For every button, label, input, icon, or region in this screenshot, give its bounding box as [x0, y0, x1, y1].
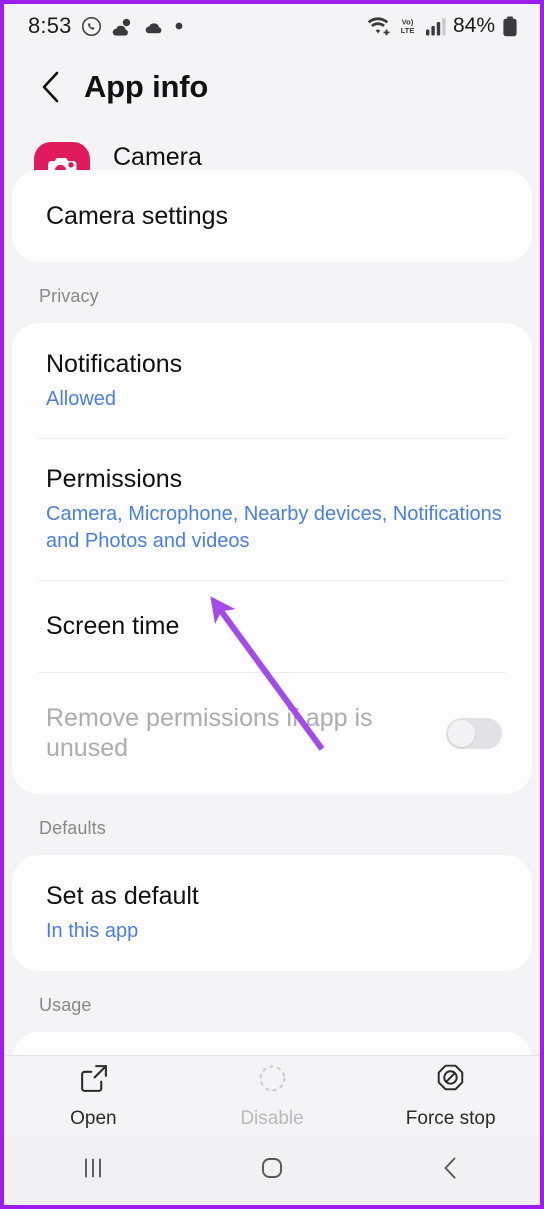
volte-icon: Vo) LTE	[397, 16, 418, 36]
section-label-privacy: Privacy	[4, 262, 540, 323]
row-notifications[interactable]: Notifications Allowed	[12, 323, 532, 438]
recents-icon	[80, 1155, 106, 1186]
row-title: Set as default	[46, 882, 199, 911]
row-body: Screen time	[46, 611, 502, 641]
action-label: Open	[70, 1107, 117, 1129]
row-title: Permissions	[46, 465, 183, 494]
row-set-as-default[interactable]: Set as default In this app	[12, 855, 532, 970]
row-title: Remove permissions if app is unused	[46, 704, 373, 763]
open-button[interactable]: Open	[4, 1063, 183, 1130]
wifi-icon	[366, 16, 390, 36]
phone-screen: 8:53 Vo) LTE 84% App info Camera Camera …	[0, 0, 544, 1209]
weather-partly-cloudy-icon	[111, 17, 134, 36]
force-stop-button[interactable]: Force stop	[361, 1063, 540, 1130]
section-label-usage: Usage	[4, 970, 540, 1032]
settings-card-defaults: Set as default In this app	[12, 855, 532, 971]
row-body: Permissions Camera, Microphone, Nearby d…	[46, 464, 502, 554]
app-name: Camera	[113, 142, 202, 171]
signal-bars-icon	[425, 17, 446, 36]
cloud-icon	[143, 18, 166, 34]
action-label: Disable	[240, 1107, 304, 1129]
action-label: Force stop	[405, 1107, 496, 1129]
svg-text:LTE: LTE	[401, 26, 415, 35]
row-body: Camera settings	[46, 201, 502, 231]
page-title: App info	[84, 69, 209, 104]
action-bar: Open Disable Force stop	[4, 1055, 540, 1136]
status-bar-clock: 8:53	[28, 13, 72, 38]
home-button[interactable]	[183, 1155, 362, 1186]
app-bar: App info	[4, 48, 540, 126]
home-icon	[259, 1155, 285, 1186]
system-navigation-bar	[4, 1136, 540, 1205]
row-permissions[interactable]: Permissions Camera, Microphone, Nearby d…	[12, 438, 532, 580]
dot-icon	[175, 22, 183, 30]
disable-button[interactable]: Disable	[183, 1063, 362, 1130]
row-body: Remove permissions if app is unused	[46, 703, 432, 763]
battery-icon	[502, 16, 518, 37]
row-subtitle: In this app	[46, 920, 139, 943]
status-bar-left: 8:53	[28, 13, 366, 39]
status-bar: 8:53 Vo) LTE 84%	[4, 4, 540, 48]
section-label-defaults: Defaults	[4, 794, 540, 856]
remove-permissions-toggle[interactable]	[446, 717, 502, 749]
settings-list[interactable]: Camera settings Privacy Notifications Al…	[4, 170, 540, 1055]
row-subtitle: Camera, Microphone, Nearby devices, Noti…	[46, 503, 502, 552]
whatsapp-icon	[81, 16, 102, 37]
settings-card-privacy: Notifications Allowed Permissions Camera…	[12, 323, 532, 795]
open-external-icon	[78, 1063, 109, 1099]
row-camera-settings[interactable]: Camera settings	[12, 170, 532, 262]
force-stop-icon	[435, 1063, 466, 1099]
row-screen-time[interactable]: Screen time	[12, 580, 532, 672]
row-body: Notifications Allowed	[46, 349, 502, 412]
toggle-knob	[448, 719, 475, 747]
back-chevron-icon[interactable]	[34, 70, 68, 104]
row-title: Camera settings	[46, 202, 229, 230]
row-title: Notifications	[46, 350, 183, 378]
row-mobile-data[interactable]: Mobile data 64.46 KB used since 1 Dec 20…	[12, 1032, 532, 1055]
back-icon	[438, 1155, 464, 1186]
settings-card-app: Camera settings	[12, 170, 532, 262]
row-title: Screen time	[46, 612, 180, 641]
settings-card-usage: Mobile data 64.46 KB used since 1 Dec 20…	[12, 1031, 532, 1055]
status-bar-right: Vo) LTE 84%	[366, 14, 518, 38]
disable-dashed-circle-icon	[257, 1063, 288, 1099]
battery-percent-label: 84%	[452, 14, 495, 37]
back-button[interactable]	[361, 1155, 540, 1186]
row-body: Set as default In this app	[46, 881, 502, 944]
row-remove-permissions[interactable]: Remove permissions if app is unused	[12, 672, 532, 794]
recents-button[interactable]	[4, 1155, 183, 1186]
row-subtitle: Allowed	[46, 388, 117, 410]
